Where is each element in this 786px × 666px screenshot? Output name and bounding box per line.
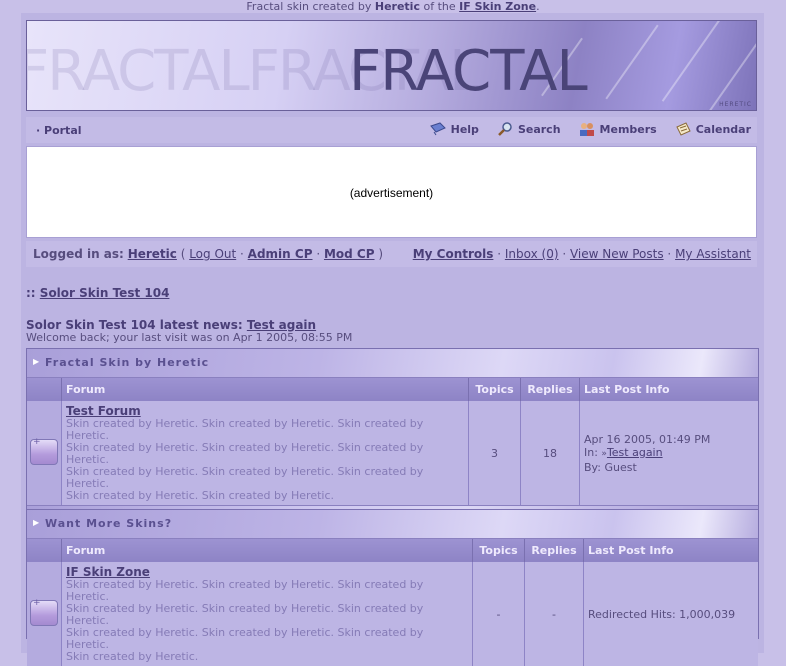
forum-description-line: Skin created by Heretic. Skin created by… bbox=[66, 627, 468, 651]
column-header-replies: Replies bbox=[521, 378, 580, 401]
admin-cp-link[interactable]: Admin CP bbox=[248, 247, 313, 261]
latest-news-link[interactable]: Test again bbox=[247, 318, 316, 332]
forum-name-link[interactable]: IF Skin Zone bbox=[66, 565, 468, 579]
collapse-arrow-icon[interactable]: ▶ bbox=[33, 357, 39, 366]
topics-count: - bbox=[473, 562, 525, 666]
inbox-link[interactable]: Inbox (0) bbox=[505, 247, 559, 261]
banner-logo: FRACTAL bbox=[349, 39, 587, 104]
nav-bar: · Portal Help Search Members Calendar bbox=[26, 117, 757, 143]
column-header-replies: Replies bbox=[525, 539, 584, 562]
credit-author: Heretic bbox=[375, 0, 420, 13]
banner-signature: HERETIC bbox=[719, 101, 752, 108]
forum-status-icon bbox=[30, 439, 58, 465]
calendar-icon bbox=[675, 122, 691, 136]
members-icon bbox=[579, 122, 595, 136]
forum-description-line: Skin created by Heretic. Skin created by… bbox=[66, 442, 464, 466]
latest-news: Solor Skin Test 104 latest news: Test ag… bbox=[26, 318, 316, 332]
collapse-arrow-icon[interactable]: ▶ bbox=[33, 518, 39, 527]
redirect-hits: Redirected Hits: 1,000,039 bbox=[584, 562, 759, 666]
user-bar: Logged in as: Heretic ( Log Out · Admin … bbox=[26, 241, 757, 267]
category-title: Fractal Skin by Heretic bbox=[45, 356, 209, 369]
last-post-date: Apr 16 2005, 01:49 PM bbox=[584, 433, 754, 446]
category-header[interactable]: ▶ Want More Skins? bbox=[27, 510, 758, 539]
column-header-last-post: Last Post Info bbox=[584, 539, 759, 562]
view-new-posts-link[interactable]: View New Posts bbox=[570, 247, 664, 261]
logout-link[interactable]: Log Out bbox=[189, 247, 236, 261]
column-header-last-post: Last Post Info bbox=[580, 378, 759, 401]
column-header-forum: Forum bbox=[62, 378, 469, 401]
category-want-more-skins: ▶ Want More Skins? Forum Topics Replies … bbox=[26, 509, 759, 639]
welcome-message: Welcome back; your last visit was on Apr… bbox=[26, 331, 352, 344]
advertisement-box[interactable]: (advertisement) bbox=[26, 146, 757, 238]
forum-description-line: Skin created by Heretic. Skin created by… bbox=[66, 603, 468, 627]
forum-table: Forum Topics Replies Last Post Info IF S… bbox=[27, 539, 758, 666]
search-icon bbox=[497, 122, 513, 136]
skin-credit: Fractal skin created by Heretic of the I… bbox=[0, 0, 786, 14]
topics-count: 3 bbox=[469, 401, 521, 506]
breadcrumb: :: Solor Skin Test 104 bbox=[26, 286, 169, 300]
category-header[interactable]: ▶ Fractal Skin by Heretic bbox=[27, 349, 758, 378]
portal-link[interactable]: · Portal bbox=[36, 124, 82, 137]
forum-name-link[interactable]: Test Forum bbox=[66, 404, 464, 418]
nav-calendar-link[interactable]: Calendar bbox=[675, 122, 751, 136]
forum-description-line: Skin created by Heretic. Skin created by… bbox=[66, 579, 468, 603]
credit-site-link[interactable]: IF Skin Zone bbox=[459, 0, 536, 13]
forum-description-line: Skin created by Heretic. Skin created by… bbox=[66, 490, 464, 502]
forum-description-line: Skin created by Heretic. Skin created by… bbox=[66, 466, 464, 490]
forum-status-icon bbox=[30, 600, 58, 626]
column-header-topics: Topics bbox=[473, 539, 525, 562]
last-post-topic-link[interactable]: Test again bbox=[607, 446, 663, 459]
column-header-forum: Forum bbox=[62, 539, 473, 562]
replies-count: - bbox=[525, 562, 584, 666]
username-link[interactable]: Heretic bbox=[128, 247, 177, 261]
category-title: Want More Skins? bbox=[45, 517, 172, 530]
nav-search-link[interactable]: Search bbox=[497, 122, 561, 136]
my-controls-link[interactable]: My Controls bbox=[413, 247, 494, 261]
header-banner: FRACTALFRACTAL FRACTAL HERETIC bbox=[26, 20, 757, 111]
table-row: IF Skin Zone Skin created by Heretic. Sk… bbox=[27, 562, 758, 666]
help-icon bbox=[430, 122, 446, 136]
forum-table: Forum Topics Replies Last Post Info Test… bbox=[27, 378, 758, 505]
table-row: Test Forum Skin created by Heretic. Skin… bbox=[27, 401, 758, 506]
nav-help-link[interactable]: Help bbox=[430, 122, 479, 136]
my-assistant-link[interactable]: My Assistant bbox=[675, 247, 751, 261]
category-fractal-skin: ▶ Fractal Skin by Heretic Forum Topics R… bbox=[26, 348, 759, 527]
mod-cp-link[interactable]: Mod CP bbox=[324, 247, 375, 261]
replies-count: 18 bbox=[521, 401, 580, 506]
column-header-topics: Topics bbox=[469, 378, 521, 401]
advertisement-text: (advertisement) bbox=[27, 186, 756, 200]
nav-members-link[interactable]: Members bbox=[579, 122, 657, 136]
forum-description-line: Skin created by Heretic. Skin created by… bbox=[66, 418, 464, 442]
last-post-author: By: Guest bbox=[584, 461, 754, 474]
breadcrumb-board-link[interactable]: Solor Skin Test 104 bbox=[40, 286, 170, 300]
forum-description-line: Skin created by Heretic. bbox=[66, 651, 468, 663]
